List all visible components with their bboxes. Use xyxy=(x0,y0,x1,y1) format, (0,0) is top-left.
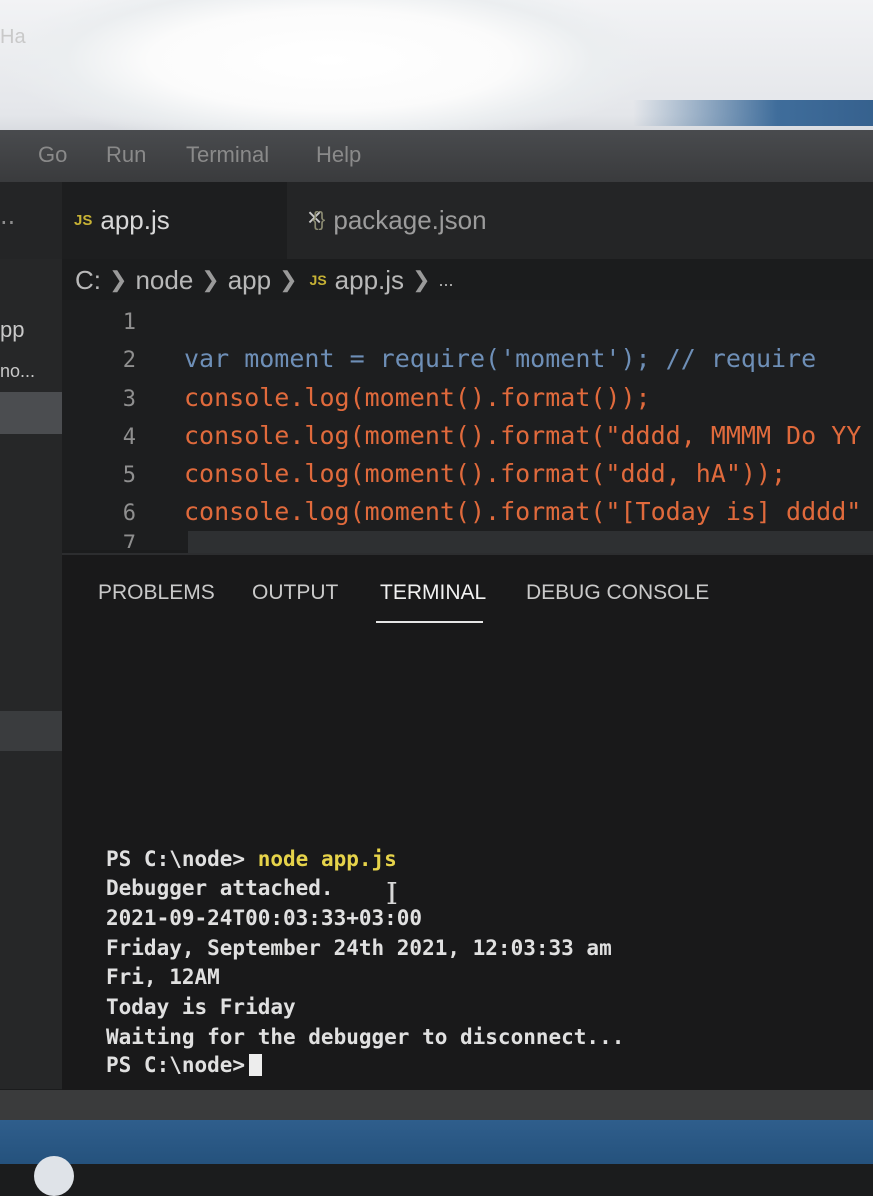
menu-item-run[interactable]: Run xyxy=(106,142,146,168)
sidebar-item-app[interactable]: pp xyxy=(0,317,24,343)
terminal-command-line: PS C:\node> node app.js xyxy=(106,847,397,871)
line-number: 3 xyxy=(122,387,136,412)
line-number: 5 xyxy=(122,463,136,488)
code-line-4: console.log(moment().format("dddd, MMMM … xyxy=(184,421,862,450)
chevron-right-icon: ❯ xyxy=(279,267,298,292)
sidebar-item-node-modules[interactable]: no... xyxy=(0,361,35,382)
tab-app-js[interactable]: JS app.js × xyxy=(62,182,322,259)
terminal-prompt: PS C:\node> xyxy=(106,1053,246,1077)
terminal-output-line: Debugger attached. xyxy=(106,876,334,900)
editor-tab-bar: .. JS app.js × {} package.json xyxy=(0,182,873,259)
json-file-icon: {} xyxy=(312,209,326,231)
start-button[interactable] xyxy=(34,1156,74,1196)
breadcrumb-node[interactable]: node xyxy=(135,265,193,296)
os-taskbar xyxy=(0,1120,873,1164)
breadcrumb-file[interactable]: app.js xyxy=(335,265,404,296)
code-line-6: console.log(moment().format("[Today is] … xyxy=(184,497,862,526)
tab-output[interactable]: OUTPUT xyxy=(252,581,338,605)
tab-debug-console[interactable]: DEBUG CONSOLE xyxy=(526,581,709,605)
breadcrumb-app[interactable]: app xyxy=(228,265,271,296)
menu-item-go[interactable]: Go xyxy=(38,142,67,168)
line-number: 1 xyxy=(122,310,136,335)
bottom-panel: PROBLEMS OUTPUT TERMINAL DEBUG CONSOLE P… xyxy=(62,553,873,1095)
sidebar-selected-item[interactable] xyxy=(0,392,62,434)
terminal-prompt: PS C:\node> xyxy=(106,847,246,871)
tab-problems[interactable]: PROBLEMS xyxy=(98,581,215,605)
breadcrumb-drive[interactable]: C: xyxy=(75,265,101,296)
window-title-fragment: Ha xyxy=(0,26,26,48)
terminal-output-line: Fri, 12AM xyxy=(106,965,220,989)
tab-terminal[interactable]: TERMINAL xyxy=(380,581,486,605)
line-number: 4 xyxy=(122,425,136,450)
line-number: 6 xyxy=(122,501,136,526)
tab-label: app.js xyxy=(100,205,170,235)
terminal-command: node app.js xyxy=(257,847,397,871)
sidebar-section[interactable] xyxy=(0,711,62,751)
terminal-output-line: Today is Friday xyxy=(106,995,296,1019)
menu-item-terminal[interactable]: Terminal xyxy=(186,142,269,168)
breadcrumb: C: ❯ node ❯ app ❯ JS app.js ❯ ... xyxy=(75,262,454,298)
js-file-icon: JS xyxy=(74,212,93,229)
terminal-cursor xyxy=(249,1054,263,1076)
tab-label: package.json xyxy=(333,205,487,235)
code-line-2: var moment = require('moment'); // requi… xyxy=(184,344,817,373)
code-editor[interactable]: 1 2 3 4 5 6 7 var moment = require('mome… xyxy=(62,300,873,550)
line-number: 2 xyxy=(122,348,136,373)
menu-item-help[interactable]: Help xyxy=(316,142,361,168)
terminal-input-line[interactable]: PS C:\node> xyxy=(106,1053,263,1077)
chevron-right-icon: ❯ xyxy=(109,267,128,292)
explorer-sidebar: pp no... xyxy=(0,259,62,1089)
tab-package-json[interactable]: {} package.json xyxy=(312,182,487,259)
title-bar-edge xyxy=(633,100,873,126)
chevron-right-icon: ❯ xyxy=(412,267,431,292)
line-number: 7 xyxy=(122,532,136,548)
text-cursor-icon: I xyxy=(386,877,398,912)
code-line-3: console.log(moment().format()); xyxy=(184,383,651,412)
breadcrumb-more[interactable]: ... xyxy=(439,270,454,291)
menu-bar: Go Run Terminal Help xyxy=(0,130,873,182)
js-file-icon: JS xyxy=(309,272,327,288)
terminal-output-line: Friday, September 24th 2021, 12:03:33 am xyxy=(106,936,612,960)
chevron-right-icon: ❯ xyxy=(201,267,220,292)
tab-overflow[interactable]: .. xyxy=(0,202,15,230)
terminal-output-line: Waiting for the debugger to disconnect..… xyxy=(106,1025,625,1049)
horizontal-scrollbar[interactable] xyxy=(188,531,873,553)
active-tab-indicator xyxy=(376,621,483,623)
code-line-5: console.log(moment().format("ddd, hA")); xyxy=(184,459,787,488)
terminal-output-line: 2021-09-24T00:03:33+03:00 xyxy=(106,906,423,930)
status-bar xyxy=(0,1090,873,1120)
